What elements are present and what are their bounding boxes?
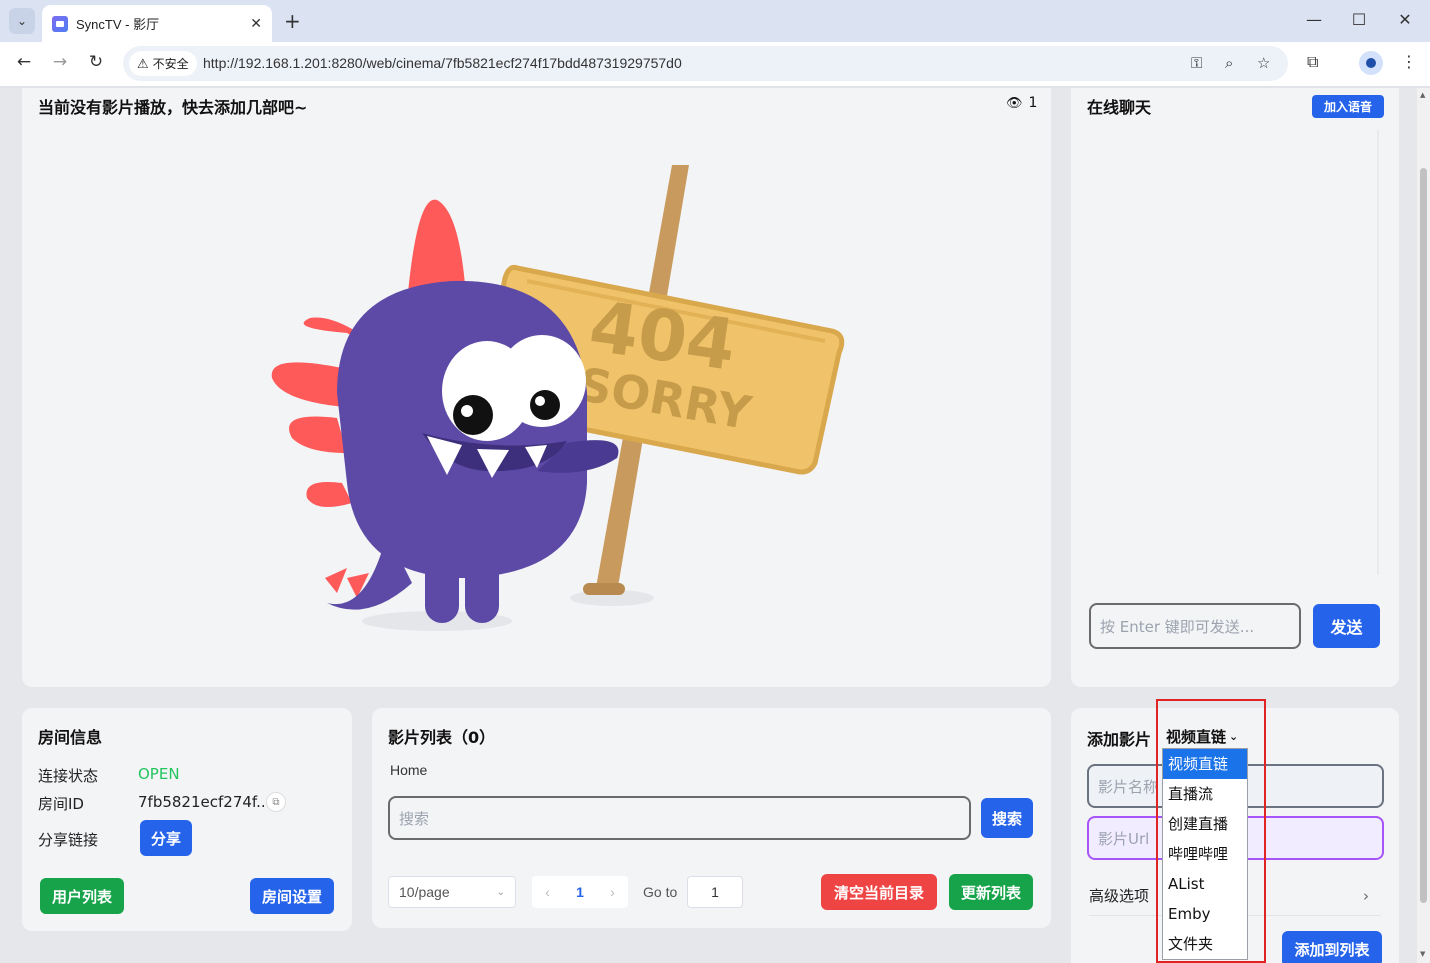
chat-card: 在线聊天 加入语音 按 Enter 键即可发送... 发送 [1071, 88, 1399, 687]
star-icon[interactable]: ☆ [1257, 54, 1270, 72]
status-label: 连接状态 [38, 767, 99, 785]
close-icon[interactable]: ✕ [250, 16, 262, 32]
tab-search-icon[interactable]: ⌄ [9, 8, 35, 34]
goto-label: Go to [643, 884, 678, 900]
maximize-icon[interactable]: ☐ [1349, 10, 1369, 29]
warning-icon: ⚠ [137, 55, 149, 71]
tab-title: SyncTV - 影厅 [76, 17, 160, 32]
chat-input-placeholder: 按 Enter 键即可发送... [1100, 617, 1255, 636]
dropdown-option[interactable]: AList [1163, 869, 1247, 899]
chat-input[interactable]: 按 Enter 键即可发送... [1089, 603, 1301, 649]
zoom-icon[interactable]: ⌕ [1225, 54, 1233, 72]
chevron-right-icon: › [1363, 886, 1369, 905]
movie-type-select[interactable]: 视频直链 ⌄ [1166, 726, 1238, 747]
current-page[interactable]: 1 [576, 884, 584, 900]
viewer-count-value: 1 [1028, 95, 1038, 111]
pagination: ‹ 1 › [532, 876, 628, 908]
not-secure-label: 不安全 [152, 57, 189, 71]
dropdown-option[interactable]: 视频直链 [1163, 749, 1247, 779]
room-id-value: 7fb5821ecf274f... [138, 793, 271, 811]
movie-search-button[interactable]: 搜索 [981, 798, 1033, 838]
page-size-value: 10/page [399, 884, 450, 900]
reload-icon[interactable]: ↻ [84, 52, 108, 72]
eye-icon: 👁 [1006, 95, 1023, 111]
viewer-count: 👁 1 [1006, 95, 1037, 111]
room-info-card: 房间信息 连接状态 OPEN 房间ID 7fb5821ecf274f... ⧉ … [22, 708, 352, 931]
status-value: OPEN [138, 765, 180, 783]
movie-list-title: 影片列表（0） [388, 728, 496, 747]
browser-toolbar: ← → ↻ ⚠ 不安全 http://192.168.1.201:8280/we… [0, 42, 1430, 87]
dropdown-option[interactable]: 直播流 [1163, 779, 1247, 809]
window-close-icon[interactable]: ✕ [1395, 10, 1415, 29]
synctv-favicon-icon [52, 15, 68, 32]
dropdown-option[interactable]: 创建直播 [1163, 809, 1247, 839]
scroll-up-icon[interactable]: ▲ [1420, 91, 1425, 99]
share-link-label: 分享链接 [38, 831, 99, 849]
movie-type-value: 视频直链 [1166, 728, 1227, 746]
scroll-down-icon[interactable]: ▼ [1420, 950, 1425, 958]
movie-list-card: 影片列表（0） Home 搜索 搜索 10/page ⌄ ‹ 1 › Go to… [372, 708, 1051, 928]
breadcrumb[interactable]: Home [390, 762, 427, 778]
chevron-down-icon: ⌄ [496, 886, 505, 898]
prev-page-icon[interactable]: ‹ [545, 884, 550, 900]
goto-input[interactable]: 1 [687, 876, 743, 908]
add-to-list-button[interactable]: 添加到列表 [1282, 931, 1382, 963]
player-card: 当前没有影片播放，快去添加几部吧~ 👁 1 404 SORRY [22, 88, 1051, 687]
browser-tab-bar: ⌄ SyncTV - 影厅 ✕ + — ☐ ✕ [0, 0, 1430, 42]
add-movie-title: 添加影片 [1087, 730, 1152, 749]
address-bar[interactable]: ⚠ 不安全 http://192.168.1.201:8280/web/cine… [123, 46, 1288, 81]
browser-tab[interactable]: SyncTV - 影厅 ✕ [42, 5, 272, 42]
forward-icon[interactable]: → [48, 52, 72, 72]
back-icon[interactable]: ← [12, 52, 36, 72]
movie-search-placeholder: 搜索 [399, 809, 430, 828]
clear-directory-button[interactable]: 清空当前目录 [821, 874, 937, 910]
room-id-label: 房间ID [38, 795, 84, 813]
chevron-down-icon: ⌄ [1229, 730, 1239, 743]
movie-name-placeholder: 影片名称 [1098, 777, 1159, 796]
password-key-icon[interactable]: ⚿ [1191, 54, 1202, 72]
send-button[interactable]: 发送 [1313, 604, 1380, 648]
dropdown-option[interactable]: 哔哩哔哩 [1163, 839, 1247, 869]
player-title: 当前没有影片播放，快去添加几部吧~ [38, 98, 308, 117]
security-chip[interactable]: ⚠ 不安全 [129, 51, 197, 76]
share-button[interactable]: 分享 [140, 820, 192, 856]
page-size-select[interactable]: 10/page ⌄ [388, 876, 516, 908]
room-settings-button[interactable]: 房间设置 [250, 878, 334, 914]
not-found-illustration: 404 SORRY [271, 165, 845, 631]
advanced-options-label: 高级选项 [1089, 887, 1150, 905]
extensions-icon[interactable]: ⧉ [1307, 52, 1318, 72]
chat-title: 在线聊天 [1087, 98, 1152, 117]
user-list-button[interactable]: 用户列表 [40, 878, 124, 914]
next-page-icon[interactable]: › [610, 884, 615, 900]
copy-icon[interactable]: ⧉ [266, 792, 286, 812]
plus-icon[interactable]: + [284, 9, 301, 33]
refresh-list-button[interactable]: 更新列表 [949, 874, 1033, 910]
page-scrollbar[interactable]: ▲ ▼ [1417, 88, 1430, 963]
dropdown-option[interactable]: 文件夹 [1163, 929, 1247, 959]
minimize-icon[interactable]: — [1304, 10, 1324, 29]
scroll-thumb[interactable] [1420, 168, 1427, 903]
chat-scroll-track [1377, 130, 1379, 575]
dropdown-option[interactable]: Emby [1163, 899, 1247, 929]
movie-search-input[interactable]: 搜索 [388, 796, 971, 840]
join-voice-button[interactable]: 加入语音 [1312, 95, 1384, 118]
room-info-title: 房间信息 [38, 728, 103, 747]
profile-icon[interactable] [1359, 51, 1383, 75]
movie-url-placeholder: 影片Url [1098, 829, 1150, 848]
movie-type-dropdown: 视频直链 直播流 创建直播 哔哩哔哩 AList Emby 文件夹 [1162, 748, 1248, 960]
url-text[interactable]: http://192.168.1.201:8280/web/cinema/7fb… [203, 55, 682, 71]
menu-icon[interactable]: ⋮ [1401, 52, 1417, 71]
